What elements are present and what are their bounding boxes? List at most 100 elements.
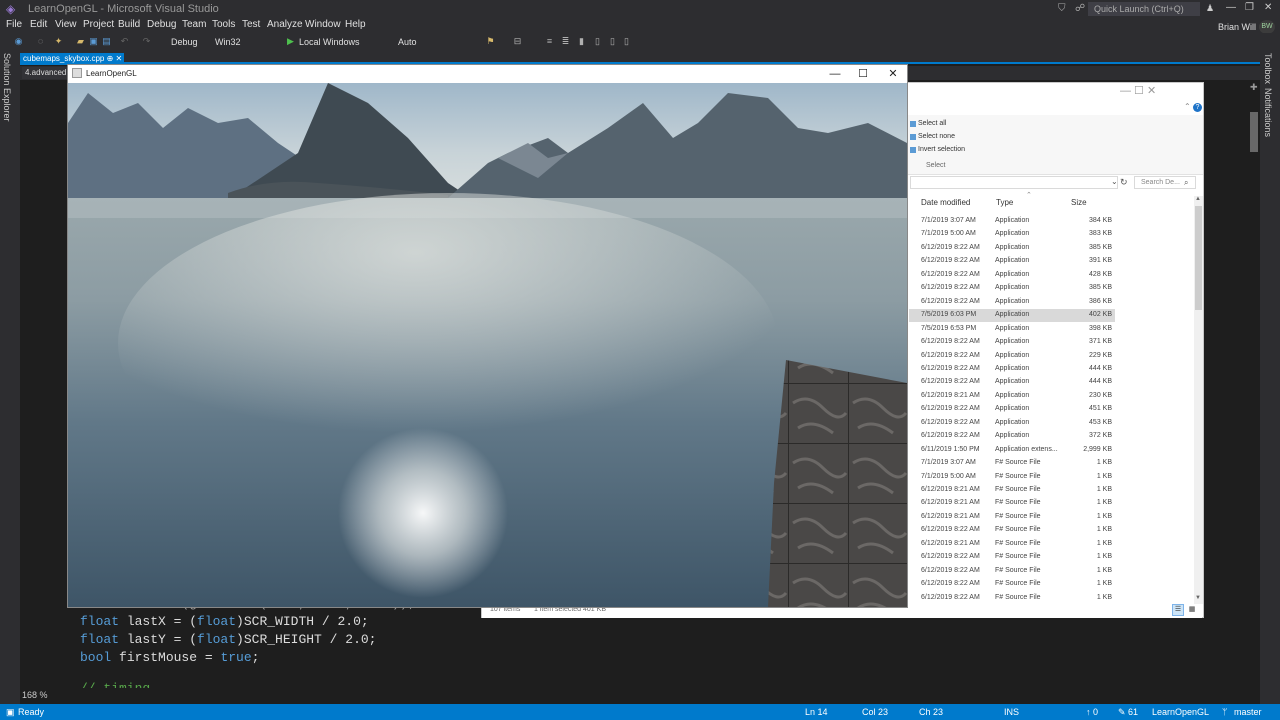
redo-icon[interactable]: ↷: [142, 37, 151, 46]
file-row[interactable]: 6/12/2019 8:22 AM Application 444 KB: [909, 363, 1115, 376]
debugger-select[interactable]: Local Windows Debugger: [296, 35, 396, 61]
file-row[interactable]: 7/5/2019 6:53 PM Application 398 KB: [909, 323, 1115, 336]
new-project-icon[interactable]: ✦: [54, 37, 63, 46]
menu-help[interactable]: Help: [345, 19, 366, 30]
column-size[interactable]: Size: [1071, 198, 1087, 207]
file-row[interactable]: 6/12/2019 8:22 AM F# Source File 1 KB: [909, 578, 1115, 591]
ribbon-collapse-icon[interactable]: ⌃: [1184, 102, 1191, 111]
file-row[interactable]: 6/12/2019 8:22 AM Application 451 KB: [909, 403, 1115, 416]
solution-explorer-tab[interactable]: Solution Explorer: [2, 53, 12, 122]
bookmark-prev-icon[interactable]: ▯: [593, 37, 602, 46]
menu-team[interactable]: Team: [182, 19, 206, 30]
menu-window[interactable]: Window: [305, 19, 341, 30]
file-row[interactable]: 6/12/2019 8:21 AM F# Source File 1 KB: [909, 538, 1115, 551]
explorer-caption-buttons[interactable]: — ☐ ✕: [1120, 84, 1156, 97]
close-button[interactable]: ✕: [1264, 2, 1272, 13]
status-project[interactable]: LearnOpenGL: [1152, 707, 1209, 717]
tab-pin-close-icon[interactable]: ⊕ ✕: [107, 54, 123, 63]
file-row[interactable]: 7/1/2019 5:00 AM Application 383 KB: [909, 228, 1115, 241]
file-row[interactable]: 6/12/2019 8:22 AM Application 371 KB: [909, 336, 1115, 349]
menu-edit[interactable]: Edit: [30, 19, 47, 30]
file-row[interactable]: 6/12/2019 8:22 AM F# Source File 1 KB: [909, 592, 1115, 605]
feedback-icon[interactable]: ☍: [1075, 3, 1085, 14]
file-row[interactable]: 7/5/2019 6:03 PM Application 402 KB: [909, 309, 1115, 323]
invert-selection-button[interactable]: Invert selection: [918, 146, 965, 153]
file-row[interactable]: 6/11/2019 1:50 PM Application extens... 2,…: [909, 444, 1115, 457]
avatar[interactable]: BW: [1259, 20, 1275, 34]
details-view-icon[interactable]: ☰: [1172, 604, 1184, 616]
editor-scroll-thumb[interactable]: [1250, 112, 1258, 152]
file-row[interactable]: 6/12/2019 8:22 AM Application 453 KB: [909, 417, 1115, 430]
file-row[interactable]: 7/1/2019 5:00 AM F# Source File 1 KB: [909, 471, 1115, 484]
status-changes-count[interactable]: ✎ 61: [1118, 707, 1138, 718]
play-icon[interactable]: ▶: [286, 37, 295, 46]
gl-close-button[interactable]: ✕: [879, 66, 907, 82]
file-row[interactable]: 6/12/2019 8:22 AM Application 372 KB: [909, 430, 1115, 443]
scroll-down-icon[interactable]: ▼: [1195, 595, 1201, 601]
menu-view[interactable]: View: [55, 19, 77, 30]
file-row[interactable]: 6/12/2019 8:22 AM Application 385 KB: [909, 282, 1115, 295]
config-select[interactable]: Debug: [168, 35, 212, 49]
menu-project[interactable]: Project: [83, 19, 114, 30]
outdent-icon[interactable]: ≣: [561, 37, 570, 46]
file-row[interactable]: 6/12/2019 8:22 AM F# Source File 1 KB: [909, 551, 1115, 564]
save-icon[interactable]: ▣: [89, 37, 98, 46]
editor-vertical-scrollbar[interactable]: [1248, 80, 1260, 688]
file-row[interactable]: 6/12/2019 8:22 AM F# Source File 1 KB: [909, 565, 1115, 578]
platform-select[interactable]: Win32: [212, 35, 282, 49]
gl-maximize-button[interactable]: ☐: [849, 66, 877, 82]
find-icon[interactable]: ⚑: [486, 37, 495, 46]
file-row[interactable]: 7/1/2019 3:07 AM F# Source File 1 KB: [909, 457, 1115, 470]
help-icon[interactable]: ?: [1193, 103, 1202, 112]
menu-analyze[interactable]: Analyze: [267, 19, 303, 30]
file-row[interactable]: 6/12/2019 8:22 AM Application 386 KB: [909, 296, 1115, 309]
select-all-button[interactable]: Select all: [918, 120, 946, 127]
large-icons-view-icon[interactable]: ▦: [1186, 604, 1198, 616]
file-row[interactable]: 7/1/2019 3:07 AM Application 384 KB: [909, 215, 1115, 228]
account-icon[interactable]: ♟: [1206, 3, 1214, 14]
split-icon[interactable]: ✚: [1250, 82, 1258, 93]
save-all-icon[interactable]: ▤: [102, 37, 111, 46]
file-row[interactable]: 6/12/2019 8:22 AM Application 444 KB: [909, 376, 1115, 389]
select-none-button[interactable]: Select none: [918, 133, 955, 140]
file-row[interactable]: 6/12/2019 8:21 AM F# Source File 1 KB: [909, 511, 1115, 524]
file-row[interactable]: 6/12/2019 8:21 AM F# Source File 1 KB: [909, 497, 1115, 510]
bookmark-next-icon[interactable]: ▯: [608, 37, 617, 46]
restore-button[interactable]: ❐: [1245, 2, 1254, 13]
address-dropdown-icon[interactable]: ⌄: [1111, 177, 1118, 186]
file-row[interactable]: 6/12/2019 8:22 AM Application 229 KB: [909, 350, 1115, 363]
column-type[interactable]: Type: [996, 198, 1013, 207]
file-row[interactable]: 6/12/2019 8:21 AM F# Source File 1 KB: [909, 484, 1115, 497]
menu-file[interactable]: File: [6, 19, 22, 30]
file-row[interactable]: 6/12/2019 8:22 AM F# Source File 1 KB: [909, 524, 1115, 537]
status-push-count[interactable]: ↑ 0: [1086, 707, 1098, 717]
forward-icon[interactable]: ◌: [36, 37, 45, 46]
bookmark-icon[interactable]: ▮: [577, 37, 586, 46]
gl-minimize-button[interactable]: —: [821, 66, 849, 82]
notifications-tab[interactable]: Notifications: [1263, 88, 1273, 137]
zoom-level[interactable]: 168 %: [22, 690, 48, 700]
menu-build[interactable]: Build: [118, 19, 140, 30]
menu-debug[interactable]: Debug: [147, 19, 176, 30]
bookmark-clear-icon[interactable]: ▯: [622, 37, 631, 46]
refresh-icon[interactable]: ↻: [1120, 177, 1128, 188]
scroll-up-icon[interactable]: ▲: [1195, 196, 1201, 202]
status-branch[interactable]: master: [1234, 707, 1262, 717]
menu-test[interactable]: Test: [242, 19, 260, 30]
layout-icon[interactable]: ⊟: [513, 37, 522, 46]
column-date-modified[interactable]: Date modified: [921, 198, 970, 207]
undo-icon[interactable]: ↶: [120, 37, 129, 46]
toolbox-tab[interactable]: Toolbox: [1263, 53, 1273, 84]
menu-tools[interactable]: Tools: [212, 19, 235, 30]
mode-select[interactable]: Auto: [395, 35, 475, 49]
minimize-button[interactable]: —: [1226, 2, 1236, 13]
back-icon[interactable]: ◉: [14, 37, 23, 46]
open-icon[interactable]: ▰: [76, 37, 85, 46]
address-bar[interactable]: [910, 176, 1118, 189]
rendered-water-scene[interactable]: [68, 83, 907, 607]
gl-title-bar[interactable]: [68, 65, 907, 83]
explorer-scroll-thumb[interactable]: [1195, 206, 1202, 310]
file-row[interactable]: 6/12/2019 8:22 AM Application 385 KB: [909, 242, 1115, 255]
filter-icon[interactable]: ⛉: [1058, 3, 1066, 14]
file-row[interactable]: 6/12/2019 8:22 AM Application 391 KB: [909, 255, 1115, 268]
